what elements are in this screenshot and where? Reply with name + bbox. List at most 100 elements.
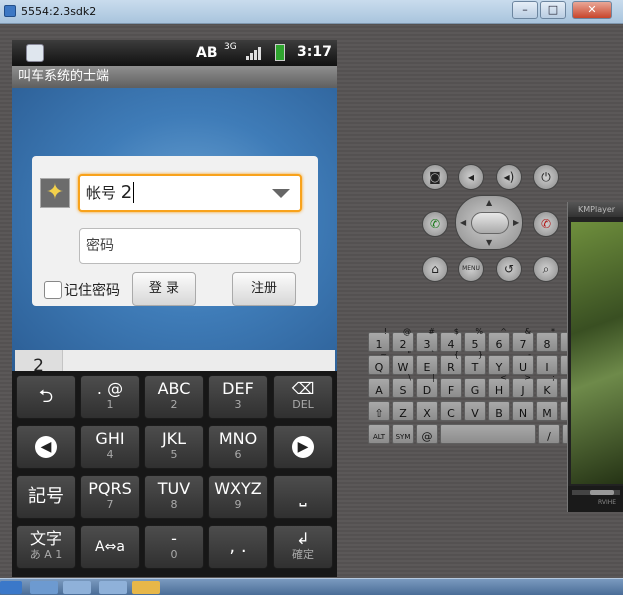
hw-key[interactable]: N — [512, 401, 534, 421]
hw-key[interactable]: F — [440, 378, 462, 398]
dpad[interactable]: ▲ ▼ ◀ ▶ — [455, 195, 523, 250]
key-8[interactable]: TUV 8 — [144, 475, 204, 519]
call-button[interactable]: ✆ — [422, 211, 448, 237]
hw-key[interactable]: G — [464, 378, 486, 398]
hw-key[interactable]: R{ — [440, 350, 462, 375]
menu-button[interactable]: MENU — [458, 256, 484, 282]
account-label: 帐号 — [86, 184, 117, 202]
maximize-button[interactable]: □ — [540, 1, 566, 19]
hw-key[interactable]: K; — [536, 373, 558, 398]
camera-button[interactable]: ◙ — [422, 164, 448, 190]
remember-checkbox[interactable] — [44, 281, 62, 299]
key-1[interactable]: . @1 — [80, 375, 140, 419]
hw-key[interactable]: D | — [416, 373, 438, 398]
video-frame — [571, 222, 623, 484]
search-icon[interactable]: ⌕ — [533, 256, 559, 282]
symbol-key[interactable]: 記号 — [16, 475, 76, 519]
candidate-bar: 2 — [15, 350, 335, 371]
remember-password[interactable]: 记住密码 — [44, 280, 120, 300]
hw-key[interactable]: / — [538, 424, 560, 444]
dpad-down-icon[interactable]: ▼ — [486, 238, 492, 247]
power-button[interactable]: ⏻ — [533, 164, 559, 190]
volume-up-button[interactable]: ◂) — [496, 164, 522, 190]
hw-key[interactable]: J > — [512, 373, 534, 398]
key-4[interactable]: GHI 4 — [80, 425, 140, 469]
volume-down-button[interactable]: ◂ — [458, 164, 484, 190]
account-field[interactable]: 帐号 2 — [78, 174, 302, 212]
hw-key[interactable]: A — [368, 378, 390, 398]
hw-key[interactable]: E ` — [416, 350, 438, 375]
taskbar-folder-icon[interactable] — [132, 581, 160, 594]
hw-key[interactable]: 5% — [464, 327, 486, 352]
hw-key[interactable]: V — [464, 401, 486, 421]
key-2[interactable]: ABC 2 — [144, 375, 204, 419]
hw-key[interactable]: I — [536, 355, 558, 375]
minimize-button[interactable]: – — [512, 1, 538, 19]
dpad-right-icon[interactable]: ▶ — [513, 218, 519, 227]
space-key[interactable]: ⎵ — [273, 475, 333, 519]
hw-key[interactable]: 7 & — [512, 327, 534, 352]
key-3[interactable]: DEF 3 — [208, 375, 268, 419]
notification-icon — [26, 44, 44, 62]
end-call-button[interactable]: ✆ — [533, 211, 559, 237]
login-button[interactable]: 登 录 — [132, 272, 196, 306]
close-button[interactable]: ✕ — [572, 1, 612, 19]
hw-key[interactable]: C — [440, 401, 462, 421]
dpad-left-icon[interactable]: ◀ — [460, 218, 466, 227]
hw-key[interactable]: X — [416, 401, 438, 421]
dpad-up-icon[interactable]: ▲ — [486, 198, 492, 207]
hw-key[interactable]: SYM — [392, 424, 414, 444]
hw-key[interactable]: 2 @ — [392, 327, 414, 352]
status-bar: AB 3G 3:17 — [12, 40, 337, 66]
taskbar-app-icon[interactable] — [99, 581, 127, 594]
hw-key[interactable]: Z — [392, 401, 414, 421]
key-5[interactable]: JKL 5 — [144, 425, 204, 469]
candidate-item[interactable]: 2 — [15, 350, 63, 371]
dropdown-icon[interactable] — [272, 189, 290, 198]
key-0[interactable]: -0 — [144, 525, 204, 569]
hw-key[interactable]: B — [488, 401, 510, 421]
hw-key[interactable]: ALT — [368, 424, 390, 444]
taskbar-app-icon[interactable] — [63, 581, 91, 594]
key-9[interactable]: WXYZ 9 — [208, 475, 268, 519]
app-icon — [4, 5, 16, 17]
hw-key[interactable]: M — [536, 401, 558, 421]
password-field[interactable]: 密码 — [79, 228, 301, 264]
hw-key[interactable]: S \ — [392, 373, 414, 398]
app-content: ✦ 帐号 2 密码 记住密码 登 录 注册 2 — [12, 88, 337, 371]
hw-key[interactable]: U- — [512, 350, 534, 375]
seek-bar[interactable] — [572, 490, 620, 495]
back-icon[interactable]: ↺ — [496, 256, 522, 282]
hw-key[interactable]: Q ~ — [368, 350, 390, 375]
delete-key[interactable]: ⌫ DEL — [273, 375, 333, 419]
left-key[interactable]: ◀ — [16, 425, 76, 469]
hw-key[interactable]: W " — [392, 350, 414, 375]
hw-key[interactable]: 6 ^ — [488, 327, 510, 352]
hw-key[interactable]: T} — [464, 350, 486, 375]
hw-key[interactable]: @ — [416, 424, 438, 444]
home-icon[interactable]: ⌂ — [422, 256, 448, 282]
taskbar-ie-icon[interactable] — [30, 581, 58, 594]
account-value: 2 — [120, 182, 135, 203]
start-button[interactable] — [0, 581, 22, 594]
key-6[interactable]: MNO 6 — [208, 425, 268, 469]
register-button[interactable]: 注册 — [232, 272, 296, 306]
right-key[interactable]: ▶ — [273, 425, 333, 469]
hw-key[interactable]: 3 # — [416, 327, 438, 352]
confirm-key[interactable]: ↲ 確定 — [273, 525, 333, 569]
hw-key[interactable] — [440, 424, 536, 444]
hw-key[interactable]: ⇧ — [368, 401, 390, 421]
key-7[interactable]: PQRS 7 — [80, 475, 140, 519]
hw-key[interactable]: Y — [488, 355, 510, 375]
punctuation-key[interactable]: , . — [208, 525, 268, 569]
back-key[interactable]: ⮌ — [16, 375, 76, 419]
hw-key[interactable]: 4 $ — [440, 327, 462, 352]
case-toggle-key[interactable]: A⇔a — [80, 525, 140, 569]
dpad-center-button[interactable] — [471, 212, 509, 234]
hw-key[interactable]: 1! — [368, 327, 390, 352]
input-mode-key[interactable]: 文字あ A 1 — [16, 525, 76, 569]
hw-key[interactable]: 8 * — [536, 327, 558, 352]
remember-label: 记住密码 — [64, 283, 120, 299]
hw-key[interactable]: H < — [488, 373, 510, 398]
window-titlebar: 5554:2.3sdk2 – □ ✕ — [0, 0, 623, 24]
